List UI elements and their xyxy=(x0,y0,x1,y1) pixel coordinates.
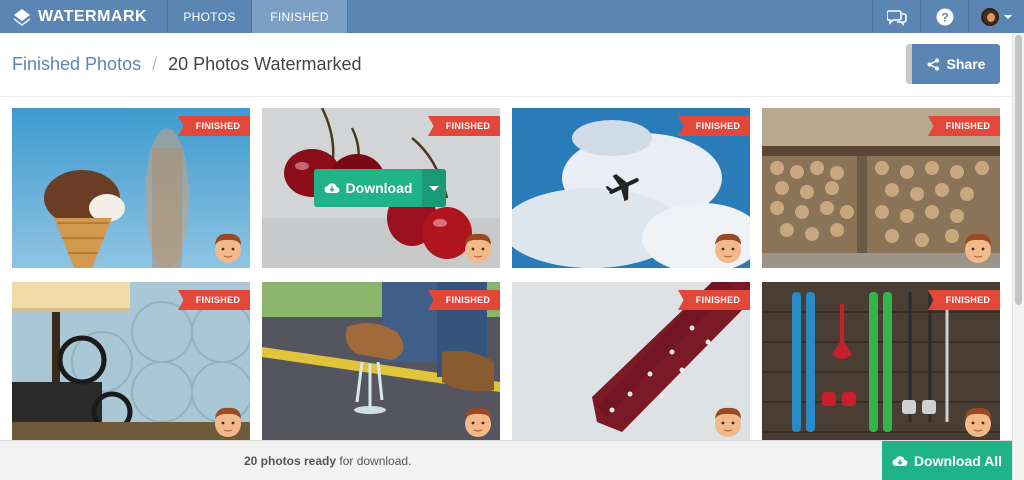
page-scrollbar[interactable] xyxy=(1012,33,1024,480)
photo-card[interactable]: FINISHED xyxy=(12,108,250,268)
photo-card[interactable]: FINISHED xyxy=(762,108,1000,268)
breadcrumb-separator: / xyxy=(152,54,158,74)
chevron-down-icon xyxy=(429,185,439,191)
ready-suffix: for download. xyxy=(336,454,412,468)
svg-text:?: ? xyxy=(941,10,948,24)
breadcrumb-finished-photos[interactable]: Finished Photos xyxy=(12,54,141,75)
cloud-download-icon xyxy=(892,456,908,467)
photo-card[interactable]: FINISHED xyxy=(762,282,1000,440)
watermark-face-icon xyxy=(465,407,491,437)
photo-card[interactable]: FINISHED xyxy=(12,282,250,440)
help-icon: ? xyxy=(936,8,953,25)
watermark-face-icon xyxy=(965,233,991,263)
finished-badge: FINISHED xyxy=(928,290,1000,310)
scroll-thumb[interactable] xyxy=(1015,35,1022,305)
watermark-face-icon xyxy=(965,407,991,437)
page-header: Finished Photos / 20 Photos Watermarked … xyxy=(0,33,1012,97)
finished-badge: FINISHED xyxy=(678,290,750,310)
brand-name: WATERMARK xyxy=(38,7,148,25)
download-footer: 20 photos ready for download. Download A… xyxy=(0,440,1012,480)
download-label: Download xyxy=(345,180,413,196)
watermark-face-icon xyxy=(715,233,741,263)
share-button[interactable]: Share xyxy=(906,44,1000,84)
finished-badge: FINISHED xyxy=(178,290,250,310)
ready-count: 20 photos ready xyxy=(244,454,337,468)
chat-button[interactable] xyxy=(872,0,920,33)
finished-badge: FINISHED xyxy=(178,116,250,136)
finished-badge: FINISHED xyxy=(428,290,500,310)
download-options-toggle[interactable] xyxy=(422,169,446,207)
watermark-face-icon xyxy=(215,407,241,437)
download-button[interactable]: Download xyxy=(314,180,422,196)
tab-photos[interactable]: PHOTOS xyxy=(168,0,252,33)
download-all-button[interactable]: Download All xyxy=(882,441,1012,480)
photo-card[interactable]: FINISHED Download xyxy=(262,108,500,268)
brand-logo[interactable]: WATERMARK xyxy=(0,0,168,33)
help-button[interactable]: ? xyxy=(920,0,968,33)
photo-grid: FINISHED FINISHED Download FINISHED FINI… xyxy=(12,108,1002,440)
finished-badge: FINISHED xyxy=(928,116,1000,136)
top-navbar: WATERMARK PHOTOS FINISHED ? xyxy=(0,0,1024,33)
tab-finished[interactable]: FINISHED xyxy=(252,0,348,33)
share-icon xyxy=(927,58,939,70)
download-all-label: Download All xyxy=(913,453,1003,469)
watermark-face-icon xyxy=(465,233,491,263)
avatar xyxy=(981,7,999,26)
photo-card[interactable]: FINISHED xyxy=(512,108,750,268)
download-split-button[interactable]: Download xyxy=(314,169,446,207)
chevron-down-icon xyxy=(1004,14,1012,19)
watermark-logo-icon xyxy=(14,8,30,26)
watermark-face-icon xyxy=(715,407,741,437)
share-label: Share xyxy=(946,56,986,72)
user-menu[interactable] xyxy=(968,0,1024,33)
cloud-download-icon xyxy=(324,183,339,194)
download-status-text: 20 photos ready for download. xyxy=(244,454,411,468)
photo-card[interactable]: FINISHED xyxy=(262,282,500,440)
page-title: 20 Photos Watermarked xyxy=(168,54,362,74)
watermark-face-icon xyxy=(215,233,241,263)
finished-badge: FINISHED xyxy=(428,116,500,136)
finished-badge: FINISHED xyxy=(678,116,750,136)
photo-card[interactable]: FINISHED xyxy=(512,282,750,440)
chat-icon xyxy=(886,9,907,26)
